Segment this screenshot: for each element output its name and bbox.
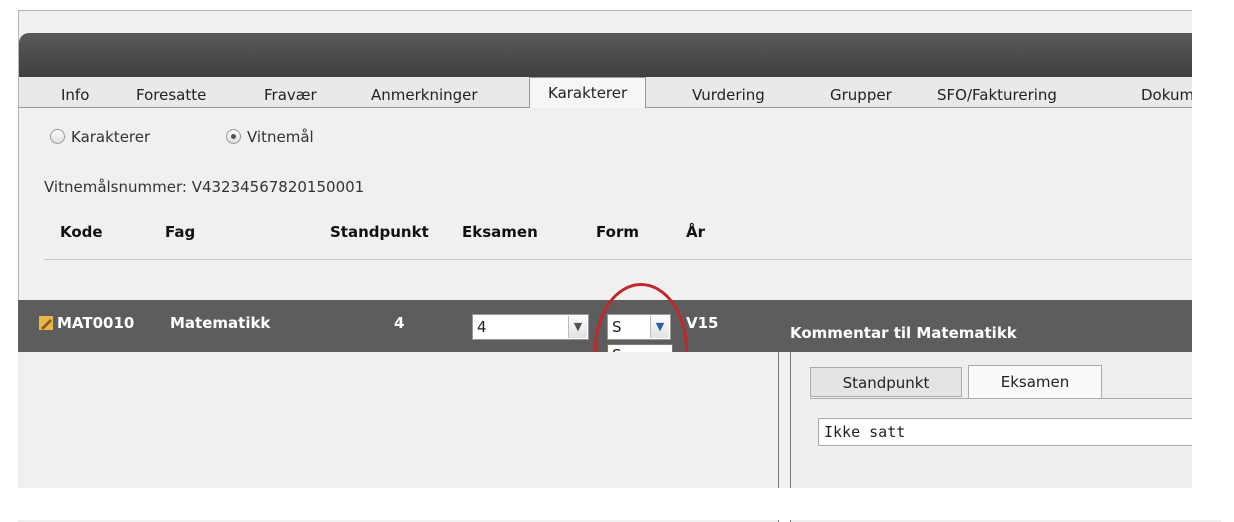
tab-info[interactable]: Info (61, 83, 89, 107)
comment-title: Kommentar til Matematikk (790, 324, 1017, 342)
tab-foresatte[interactable]: Foresatte (136, 83, 206, 107)
radio-karakterer-label: Karakterer (71, 128, 151, 146)
radio-vitnemal-label: Vitnemål (247, 128, 314, 146)
radio-vitnemal[interactable]: Vitnemål (226, 128, 314, 146)
header-divider (44, 259, 1204, 260)
chevron-down-icon[interactable]: ▼ (650, 316, 669, 338)
col-header-kode: Kode (60, 223, 103, 241)
tab-fravaer[interactable]: Fravær (264, 83, 317, 107)
tab-sfo-fakturering[interactable]: SFO/Fakturering (937, 83, 1057, 107)
radio-karakterer[interactable]: Karakterer (50, 128, 150, 146)
vitnemal-number: Vitnemålsnummer: V43234567820150001 (44, 178, 365, 196)
tab-karakterer[interactable]: Karakterer (529, 77, 647, 108)
tab-grupper[interactable]: Grupper (830, 83, 892, 107)
radio-unchecked-icon (50, 129, 65, 144)
col-header-standpunkt: Standpunkt (330, 223, 429, 241)
tab-strip: Info Foresatte Fravær Anmerkninger Karak… (19, 77, 1219, 108)
form-select-value: S (612, 318, 622, 336)
form-select[interactable]: S ▼ (607, 314, 671, 340)
comment-tab-eksamen[interactable]: Eksamen (968, 365, 1102, 399)
col-header-fag: Fag (165, 223, 196, 241)
subject-code: MAT0010 (38, 314, 134, 332)
comment-tab-divider (810, 398, 1220, 399)
tab-vurdering[interactable]: Vurdering (692, 83, 765, 107)
torn-edge-bottom (0, 488, 1234, 520)
eksamen-select-value: 4 (477, 318, 487, 336)
col-header-form: Form (596, 223, 639, 241)
col-header-eksamen: Eksamen (462, 223, 538, 241)
year-value: V15 (686, 314, 719, 332)
comment-tab-standpunkt[interactable]: Standpunkt (810, 367, 962, 397)
tab-anmerkninger[interactable]: Anmerkninger (371, 83, 478, 107)
chevron-down-icon[interactable]: ▼ (568, 316, 587, 338)
col-header-ar: År (686, 223, 706, 241)
top-bar (19, 33, 1219, 77)
radio-checked-icon (226, 129, 241, 144)
subject-code-text: MAT0010 (57, 314, 135, 332)
torn-edge-right (1192, 0, 1234, 520)
eksamen-select[interactable]: 4 ▼ (472, 314, 589, 340)
tab-dokumenter[interactable]: Dokum (1141, 83, 1194, 107)
standpunkt-value: 4 (394, 314, 405, 332)
pencil-icon (39, 316, 53, 330)
comment-tab-strip: Standpunkt Eksamen (810, 365, 1230, 399)
comment-select[interactable]: Ikke satt (818, 418, 1218, 446)
subject-name: Matematikk (170, 314, 271, 332)
